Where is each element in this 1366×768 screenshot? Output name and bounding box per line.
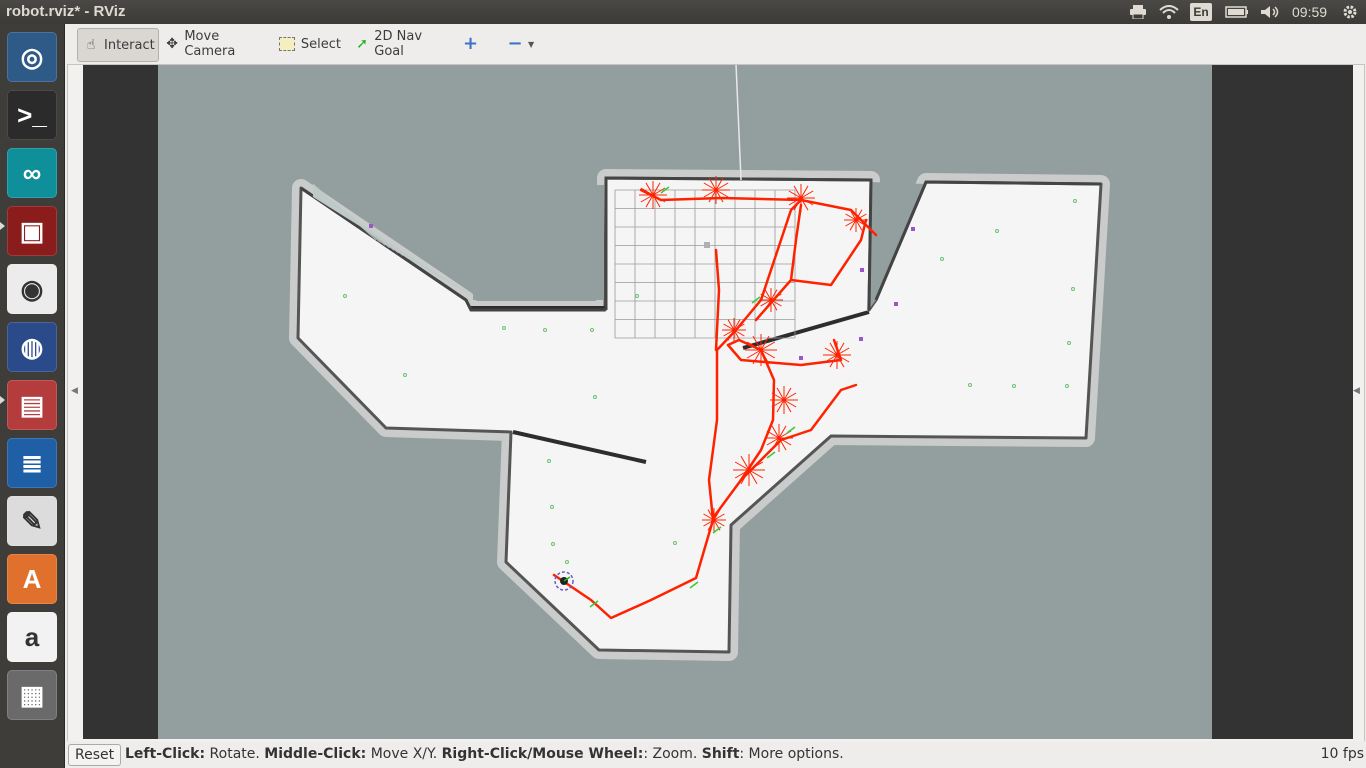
interact-label: Interact <box>104 37 155 53</box>
text-editor-icon-glyph: ✎ <box>21 505 43 536</box>
map-render <box>83 65 1353 739</box>
printer-icon[interactable] <box>1128 3 1148 21</box>
amazon-icon-glyph: a <box>24 621 40 652</box>
hint-middle-click-key: Middle-Click: <box>264 746 367 762</box>
nav-goal-tool-button[interactable]: ➚ 2D Nav Goal <box>355 28 447 60</box>
grey-marker <box>704 242 710 248</box>
map-free-space <box>296 176 1103 654</box>
files-icon[interactable]: ▤ <box>7 380 57 430</box>
tool-toolbar: ☝ Interact ✥ Move Camera Select ➚ 2D Nav… <box>65 24 1366 64</box>
files-icon-glyph: ▤ <box>19 389 45 420</box>
remove-tool-button[interactable]: − ▼ <box>507 28 537 60</box>
occupancy-map <box>289 169 1110 661</box>
hint-right-click-val: : Zoom. <box>643 746 702 762</box>
3d-viewport[interactable] <box>83 65 1353 739</box>
green-arrow-icon: ➚ <box>356 36 368 52</box>
dash-home-icon-glyph: ◎ <box>20 41 44 72</box>
trash-icon[interactable]: ▦ <box>7 670 57 720</box>
hint-shift-val: : More options. <box>739 746 844 762</box>
running-indicator <box>0 396 5 404</box>
unknown-notch <box>473 185 604 300</box>
right-splitter-handle[interactable]: ◀ <box>1353 385 1360 425</box>
terminal-icon[interactable]: >_ <box>7 90 57 140</box>
select-label: Select <box>300 36 341 52</box>
firefox-icon[interactable]: ◍ <box>7 322 57 372</box>
arduino-icon[interactable]: ∞ <box>7 148 57 198</box>
move-arrows-icon: ✥ <box>166 36 179 52</box>
clock[interactable]: 09:59 <box>1292 4 1327 20</box>
dash-home-icon[interactable]: ◎ <box>7 32 57 82</box>
running-indicator <box>0 222 5 230</box>
nav-goal-label: 2D Nav Goal <box>374 29 423 59</box>
plus-icon: + <box>463 33 479 54</box>
wifi-icon[interactable] <box>1158 3 1180 21</box>
workspaces-icon[interactable]: ▣ <box>7 206 57 256</box>
minus-icon: − <box>507 33 523 54</box>
dark-region-right <box>1212 65 1353 739</box>
dark-region-left <box>83 65 158 739</box>
reset-button[interactable]: Reset <box>68 744 122 766</box>
fps-counter: 10 fps <box>1320 746 1364 762</box>
software-center-icon[interactable]: A <box>7 554 57 604</box>
text-editor-icon[interactable]: ✎ <box>7 496 57 546</box>
amazon-icon[interactable]: a <box>7 612 57 662</box>
chrome-icon-glyph: ◉ <box>20 273 44 304</box>
arduino-icon-glyph: ∞ <box>22 157 42 188</box>
window-title: robot.rviz* - RViz <box>6 3 126 20</box>
chevron-down-icon: ▼ <box>528 39 535 49</box>
writer-icon-glyph: ≣ <box>21 447 43 478</box>
select-tool-button[interactable]: Select <box>279 28 341 60</box>
select-rectangle-icon <box>279 37 295 51</box>
launcher: ◎ >_ ∞ ▣ ◉ ◍ ▤ ≣ ✎ Aa ▦ <box>0 24 65 768</box>
move-camera-label: Move Camera <box>184 29 236 59</box>
purple-marker <box>799 356 803 360</box>
terminal-icon-glyph: >_ <box>17 99 47 130</box>
firefox-icon-glyph: ◍ <box>20 331 44 362</box>
trash-icon-glyph: ▦ <box>19 679 45 710</box>
purple-marker <box>894 302 898 306</box>
mouse-hint: Left-Click: Rotate. Middle-Click: Move X… <box>125 746 844 762</box>
purple-marker <box>859 337 863 341</box>
top-panel: robot.rviz* - RViz En 09:59 <box>0 0 1366 24</box>
interact-tool-button[interactable]: ☝ Interact <box>77 28 159 62</box>
writer-icon[interactable]: ≣ <box>7 438 57 488</box>
hint-left-click-key: Left-Click: <box>125 746 206 762</box>
tf-axis-line <box>735 65 742 181</box>
status-bar: Reset Left-Click: Rotate. Middle-Click: … <box>65 741 1366 768</box>
hint-shift-key: Shift <box>701 746 740 762</box>
keyboard-layout-indicator[interactable]: En <box>1190 3 1212 21</box>
rviz-window: ☝ Interact ✥ Move Camera Select ➚ 2D Nav… <box>65 24 1366 768</box>
purple-marker <box>860 268 864 272</box>
left-splitter-handle[interactable]: ◀ <box>71 385 78 425</box>
workspaces-icon-glyph: ▣ <box>19 215 45 246</box>
add-tool-button[interactable]: + <box>463 28 483 60</box>
purple-marker <box>911 227 915 231</box>
chrome-icon[interactable]: ◉ <box>7 264 57 314</box>
move-camera-tool-button[interactable]: ✥ Move Camera <box>165 28 265 60</box>
hint-left-click-val: Rotate. <box>205 746 265 762</box>
battery-icon[interactable] <box>1224 3 1250 21</box>
hand-pointer-icon: ☝ <box>86 37 96 53</box>
render-panel: ◀ ◀ <box>67 64 1365 742</box>
hint-middle-click-val: Move X/Y. <box>366 746 442 762</box>
hint-right-click-key: Right-Click/Mouse Wheel: <box>441 746 644 762</box>
gear-icon[interactable] <box>1340 3 1360 21</box>
purple-marker <box>369 224 373 228</box>
software-center-icon-glyph: A <box>22 563 42 594</box>
volume-icon[interactable] <box>1258 3 1282 21</box>
